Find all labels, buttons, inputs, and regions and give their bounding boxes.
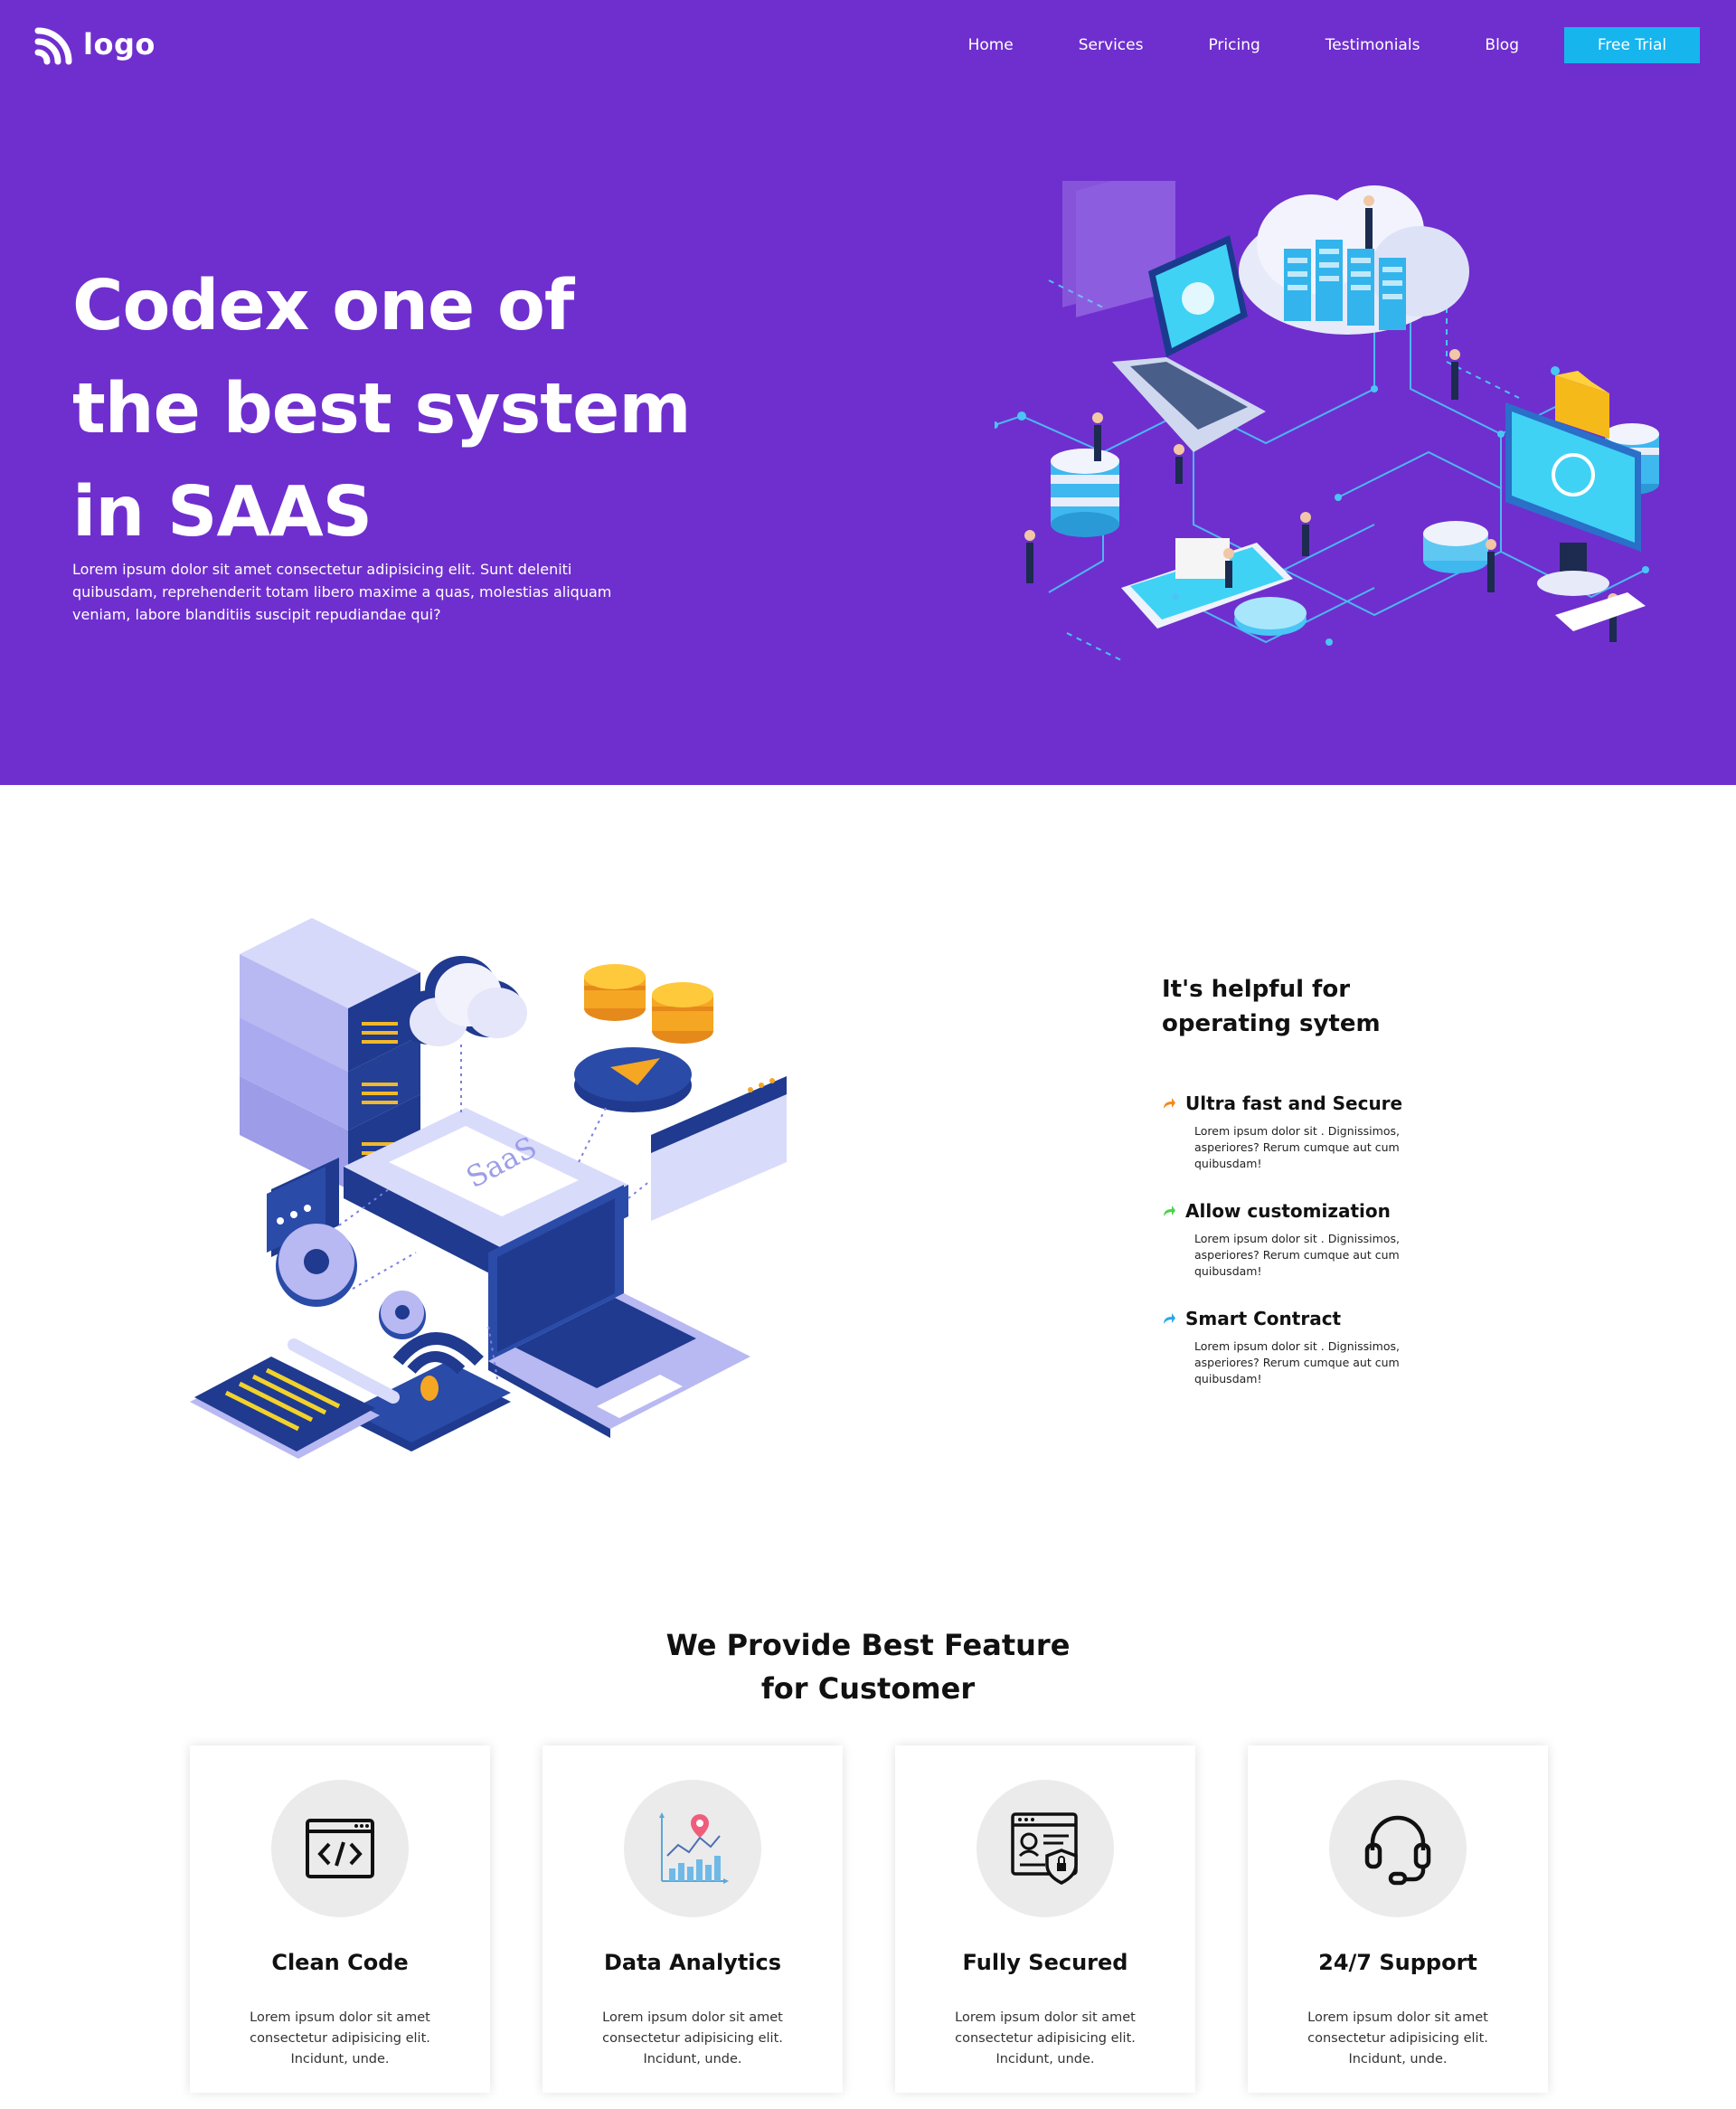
features-title-line1: We Provide Best Feature [665, 1628, 1071, 1662]
curved-arrow-icon [1164, 1313, 1175, 1324]
nav-services[interactable]: Services [1079, 36, 1144, 54]
feature-name: Smart Contract [1185, 1308, 1342, 1329]
nav-testimonials[interactable]: Testimonials [1326, 36, 1420, 54]
nav-home[interactable]: Home [968, 36, 1014, 54]
card-title: Clean Code [271, 1950, 409, 1975]
logo-icon [34, 27, 72, 65]
headset-icon [1364, 1815, 1431, 1886]
hero-title: Codex one of the best system in SAAS [72, 266, 692, 553]
feature-card[interactable]: Fully Secured Lorem ipsum dolor sit amet… [895, 1745, 1195, 2093]
feature-card[interactable]: Clean Code Lorem ipsum dolor sit amet co… [190, 1745, 490, 2093]
hero-description: Lorem ipsum dolor sit amet consectetur a… [72, 561, 612, 623]
code-window-icon [306, 1819, 374, 1878]
card-description: Lorem ipsum dolor sit amet consectetur a… [250, 2010, 430, 2066]
card-title: Data Analytics [603, 1950, 782, 1975]
analytics-chart-icon [659, 1812, 729, 1884]
feature-description: Lorem ipsum dolor sit . Dignissimos, asp… [1194, 1232, 1400, 1278]
saas-isometric-illustration: SaaS [190, 918, 787, 1459]
card-icon-circle [624, 1780, 761, 1917]
curved-arrow-icon [1164, 1206, 1175, 1216]
card-description: Lorem ipsum dolor sit amet consectetur a… [602, 2010, 783, 2066]
card-icon-circle [976, 1780, 1114, 1917]
features-title: We Provide Best Feature for Customer [597, 1623, 1139, 1710]
main-nav: Home Services Pricing Testimonials Blog … [968, 27, 1700, 63]
cloud-network-illustration [995, 181, 1659, 661]
feature-description: Lorem ipsum dolor sit . Dignissimos, asp… [1194, 1339, 1400, 1386]
features-title-line2: for Customer [760, 1671, 976, 1706]
secure-profile-icon [1011, 1812, 1078, 1885]
logo[interactable]: logo [34, 24, 156, 65]
feature-item: Smart Contract Lorem ipsum dolor sit . D… [1162, 1308, 1451, 1387]
logo-text: logo [83, 27, 156, 61]
hero-section: logo Home Services Pricing Testimonials … [0, 0, 1736, 785]
card-title: 24/7 Support [1318, 1950, 1477, 1975]
feature-name: Ultra fast and Secure [1185, 1092, 1403, 1114]
curved-arrow-icon [1164, 1098, 1175, 1109]
feature-card[interactable]: 24/7 Support Lorem ipsum dolor sit amet … [1248, 1745, 1548, 2093]
feature-name: Allow customization [1185, 1200, 1391, 1222]
card-title: Fully Secured [962, 1950, 1128, 1975]
nav-blog[interactable]: Blog [1485, 36, 1519, 54]
feature-card[interactable]: Data Analytics Lorem ipsum dolor sit ame… [542, 1745, 843, 2093]
card-icon-circle [271, 1780, 409, 1917]
nav-pricing[interactable]: Pricing [1208, 36, 1260, 54]
card-icon-circle [1329, 1780, 1467, 1917]
feature-cards: Clean Code Lorem ipsum dolor sit amet co… [190, 1745, 1548, 2093]
feature-item: Allow customization Lorem ipsum dolor si… [1162, 1200, 1451, 1280]
free-trial-button[interactable]: Free Trial [1564, 27, 1700, 63]
card-description: Lorem ipsum dolor sit amet consectetur a… [1307, 2010, 1488, 2066]
feature-item: Ultra fast and Secure Lorem ipsum dolor … [1162, 1092, 1451, 1172]
feature-description: Lorem ipsum dolor sit . Dignissimos, asp… [1194, 1124, 1400, 1170]
card-description: Lorem ipsum dolor sit amet consectetur a… [955, 2010, 1136, 2066]
helpful-title: It's helpful for operating sytem [1162, 976, 1381, 1037]
